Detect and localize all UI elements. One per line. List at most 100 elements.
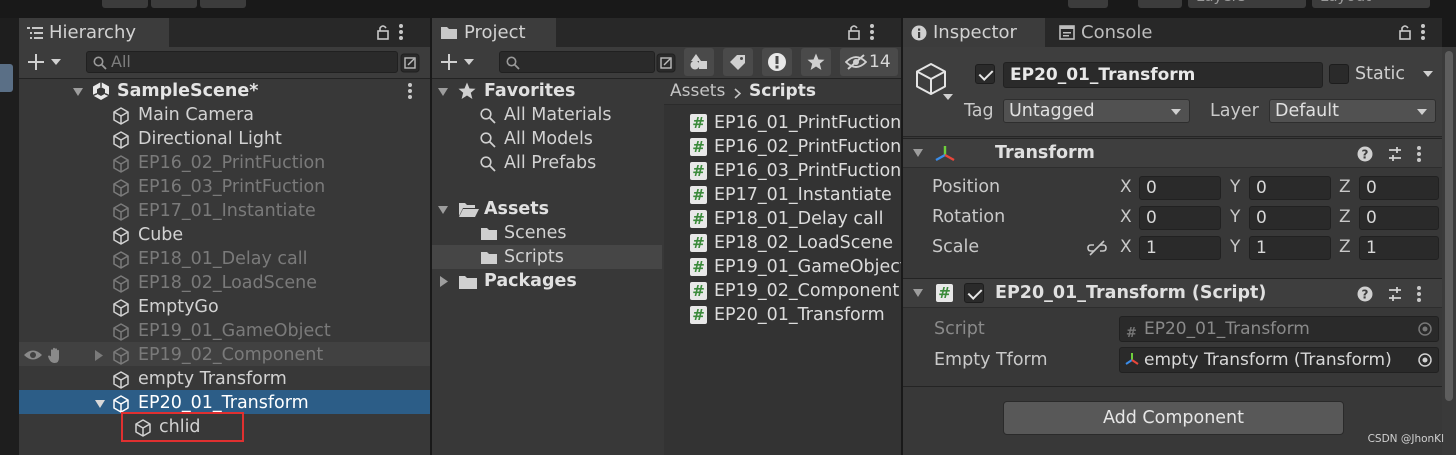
tab-inspector[interactable]: Inspector (903, 18, 1045, 47)
layer-value: Default (1275, 101, 1339, 121)
hierarchy-item-label: EP19_01_GameObject (138, 321, 331, 341)
position-x-field[interactable]: 0 (1139, 176, 1221, 200)
script-item[interactable]: # EP19_01_GameObject (690, 255, 901, 279)
script-item[interactable]: # EP16_03_PrintFuction (690, 159, 901, 183)
scene-menu-icon[interactable] (408, 83, 412, 99)
layer-dropdown[interactable]: Default (1269, 99, 1436, 123)
expanded-arrow-icon (73, 88, 83, 96)
add-component-button[interactable]: Add Component (1003, 401, 1344, 435)
object-picker-icon[interactable] (1418, 353, 1432, 367)
script-item[interactable]: # EP16_01_PrintFuction (690, 111, 901, 135)
position-z-field[interactable]: 0 (1359, 176, 1439, 200)
script-item[interactable]: # EP18_02_LoadScene (690, 231, 901, 255)
filter-type-button[interactable] (684, 48, 714, 76)
layers-dropdown[interactable]: Layers (1188, 0, 1306, 8)
scene-toggle[interactable] (0, 64, 13, 92)
scene-root-row[interactable]: SampleScene* (19, 79, 430, 103)
gameobject-icon (111, 346, 131, 366)
filter-label-button[interactable] (723, 48, 753, 76)
hierarchy-item[interactable]: Directional Light (19, 127, 430, 151)
eye-icon[interactable] (23, 348, 43, 362)
axis-x-label: X (1120, 177, 1132, 197)
hierarchy-item[interactable]: EmptyGo (19, 295, 430, 319)
script-header-actions: ? (1357, 286, 1421, 302)
step-button[interactable] (200, 0, 246, 8)
script-item[interactable]: # EP19_02_Component (690, 279, 901, 303)
play-button[interactable] (102, 0, 148, 8)
search-by-type-icon[interactable] (656, 53, 676, 73)
presets-icon[interactable] (1387, 146, 1403, 162)
rotation-x-field[interactable]: 0 (1139, 206, 1221, 230)
kebab-menu-icon[interactable] (1421, 24, 1425, 40)
script-item[interactable]: # EP16_02_PrintFuction (690, 135, 901, 159)
hierarchy-search-input[interactable]: All (86, 51, 398, 73)
expanded-arrow-icon[interactable] (95, 400, 105, 408)
script-item[interactable]: # EP17_01_Instantiate (690, 183, 901, 207)
empty-tform-field[interactable]: empty Transform (Transform) (1119, 347, 1439, 373)
hierarchy-item[interactable]: EP16_02_PrintFuction (19, 151, 430, 175)
help-icon[interactable]: ? (1357, 286, 1373, 302)
rotation-y-field[interactable]: 0 (1249, 206, 1331, 230)
active-checkbox[interactable] (975, 64, 995, 84)
lock-icon[interactable] (377, 24, 389, 40)
scale-y-field[interactable]: 1 (1249, 236, 1331, 260)
kebab-menu-icon[interactable] (870, 24, 874, 40)
scene-name: SampleScene* (117, 81, 259, 101)
script-component-header[interactable]: # EP20_01_Transform (Script) ? (903, 278, 1442, 308)
script-enabled-checkbox[interactable] (964, 283, 984, 303)
tab-project[interactable]: Project (432, 18, 556, 47)
hierarchy-item[interactable]: EP19_02_Component (19, 343, 430, 367)
inspector-scrollbar[interactable] (1442, 47, 1456, 455)
pickable-hand-icon[interactable] (47, 346, 65, 364)
hierarchy-item[interactable]: empty Transform (19, 367, 430, 391)
hierarchy-item[interactable]: Main Camera (19, 103, 430, 127)
search-button[interactable] (1138, 0, 1182, 8)
project-search-input[interactable] (499, 51, 655, 73)
script-reference-field: # EP20_01_Transform (1119, 316, 1439, 342)
help-icon[interactable]: ? (1357, 146, 1373, 162)
scrollbar-thumb[interactable] (1445, 51, 1453, 401)
scale-z-field[interactable]: 1 (1359, 236, 1439, 260)
kebab-menu-icon[interactable] (399, 24, 403, 40)
tab-inspector-label: Inspector (933, 22, 1017, 43)
script-reference-value: EP20_01_Transform (1144, 319, 1310, 339)
object-name-field[interactable]: EP20_01_Transform (1003, 62, 1323, 88)
kebab-menu-icon[interactable] (1417, 146, 1421, 162)
tag-dropdown[interactable]: Untagged (1003, 99, 1190, 123)
hierarchy-item[interactable]: EP17_01_Instantiate (19, 199, 430, 223)
lock-icon[interactable] (848, 24, 860, 40)
hierarchy-item[interactable]: Cube (19, 223, 430, 247)
pause-button[interactable] (151, 0, 197, 8)
hidden-packages-button[interactable]: 14 (840, 48, 898, 76)
cloud-button[interactable] (1068, 0, 1108, 8)
hierarchy-item[interactable]: EP16_03_PrintFuction (19, 175, 430, 199)
collapsed-arrow-icon[interactable] (95, 350, 103, 361)
create-dropdown-button[interactable] (27, 53, 61, 71)
script-item[interactable]: # EP20_01_Transform (690, 303, 901, 327)
static-checkbox[interactable] (1329, 64, 1349, 84)
hierarchy-item[interactable]: EP18_02_LoadScene (19, 271, 430, 295)
kebab-menu-icon[interactable] (1417, 286, 1421, 302)
presets-icon[interactable] (1387, 286, 1403, 302)
icon-dropdown-chevron[interactable] (943, 94, 953, 100)
axis-y-label: Y (1230, 237, 1241, 257)
static-dropdown-chevron[interactable] (1423, 71, 1433, 77)
lock-icon[interactable] (1399, 24, 1411, 40)
create-asset-button[interactable] (440, 53, 474, 71)
script-item[interactable]: # EP18_01_Delay call (690, 207, 901, 231)
folder-icon (441, 27, 457, 39)
constrain-proportions-icon[interactable] (1087, 240, 1107, 256)
tab-hierarchy[interactable]: Hierarchy (19, 18, 169, 47)
hierarchy-item[interactable]: EP18_01_Delay call (19, 247, 430, 271)
tab-console[interactable]: Console (1051, 18, 1181, 47)
hierarchy-item[interactable]: EP19_01_GameObject (19, 319, 430, 343)
position-y-field[interactable]: 0 (1249, 176, 1331, 200)
scene-visibility-icon[interactable] (400, 53, 420, 73)
gameobject-icon (111, 250, 131, 270)
scale-x-field[interactable]: 1 (1139, 236, 1221, 260)
layout-dropdown[interactable]: Layout (1312, 0, 1430, 8)
transform-component-header[interactable]: Transform ? (903, 138, 1442, 168)
favorite-button[interactable] (801, 48, 831, 76)
rotation-z-field[interactable]: 0 (1359, 206, 1439, 230)
filter-warning-button[interactable] (762, 48, 792, 76)
